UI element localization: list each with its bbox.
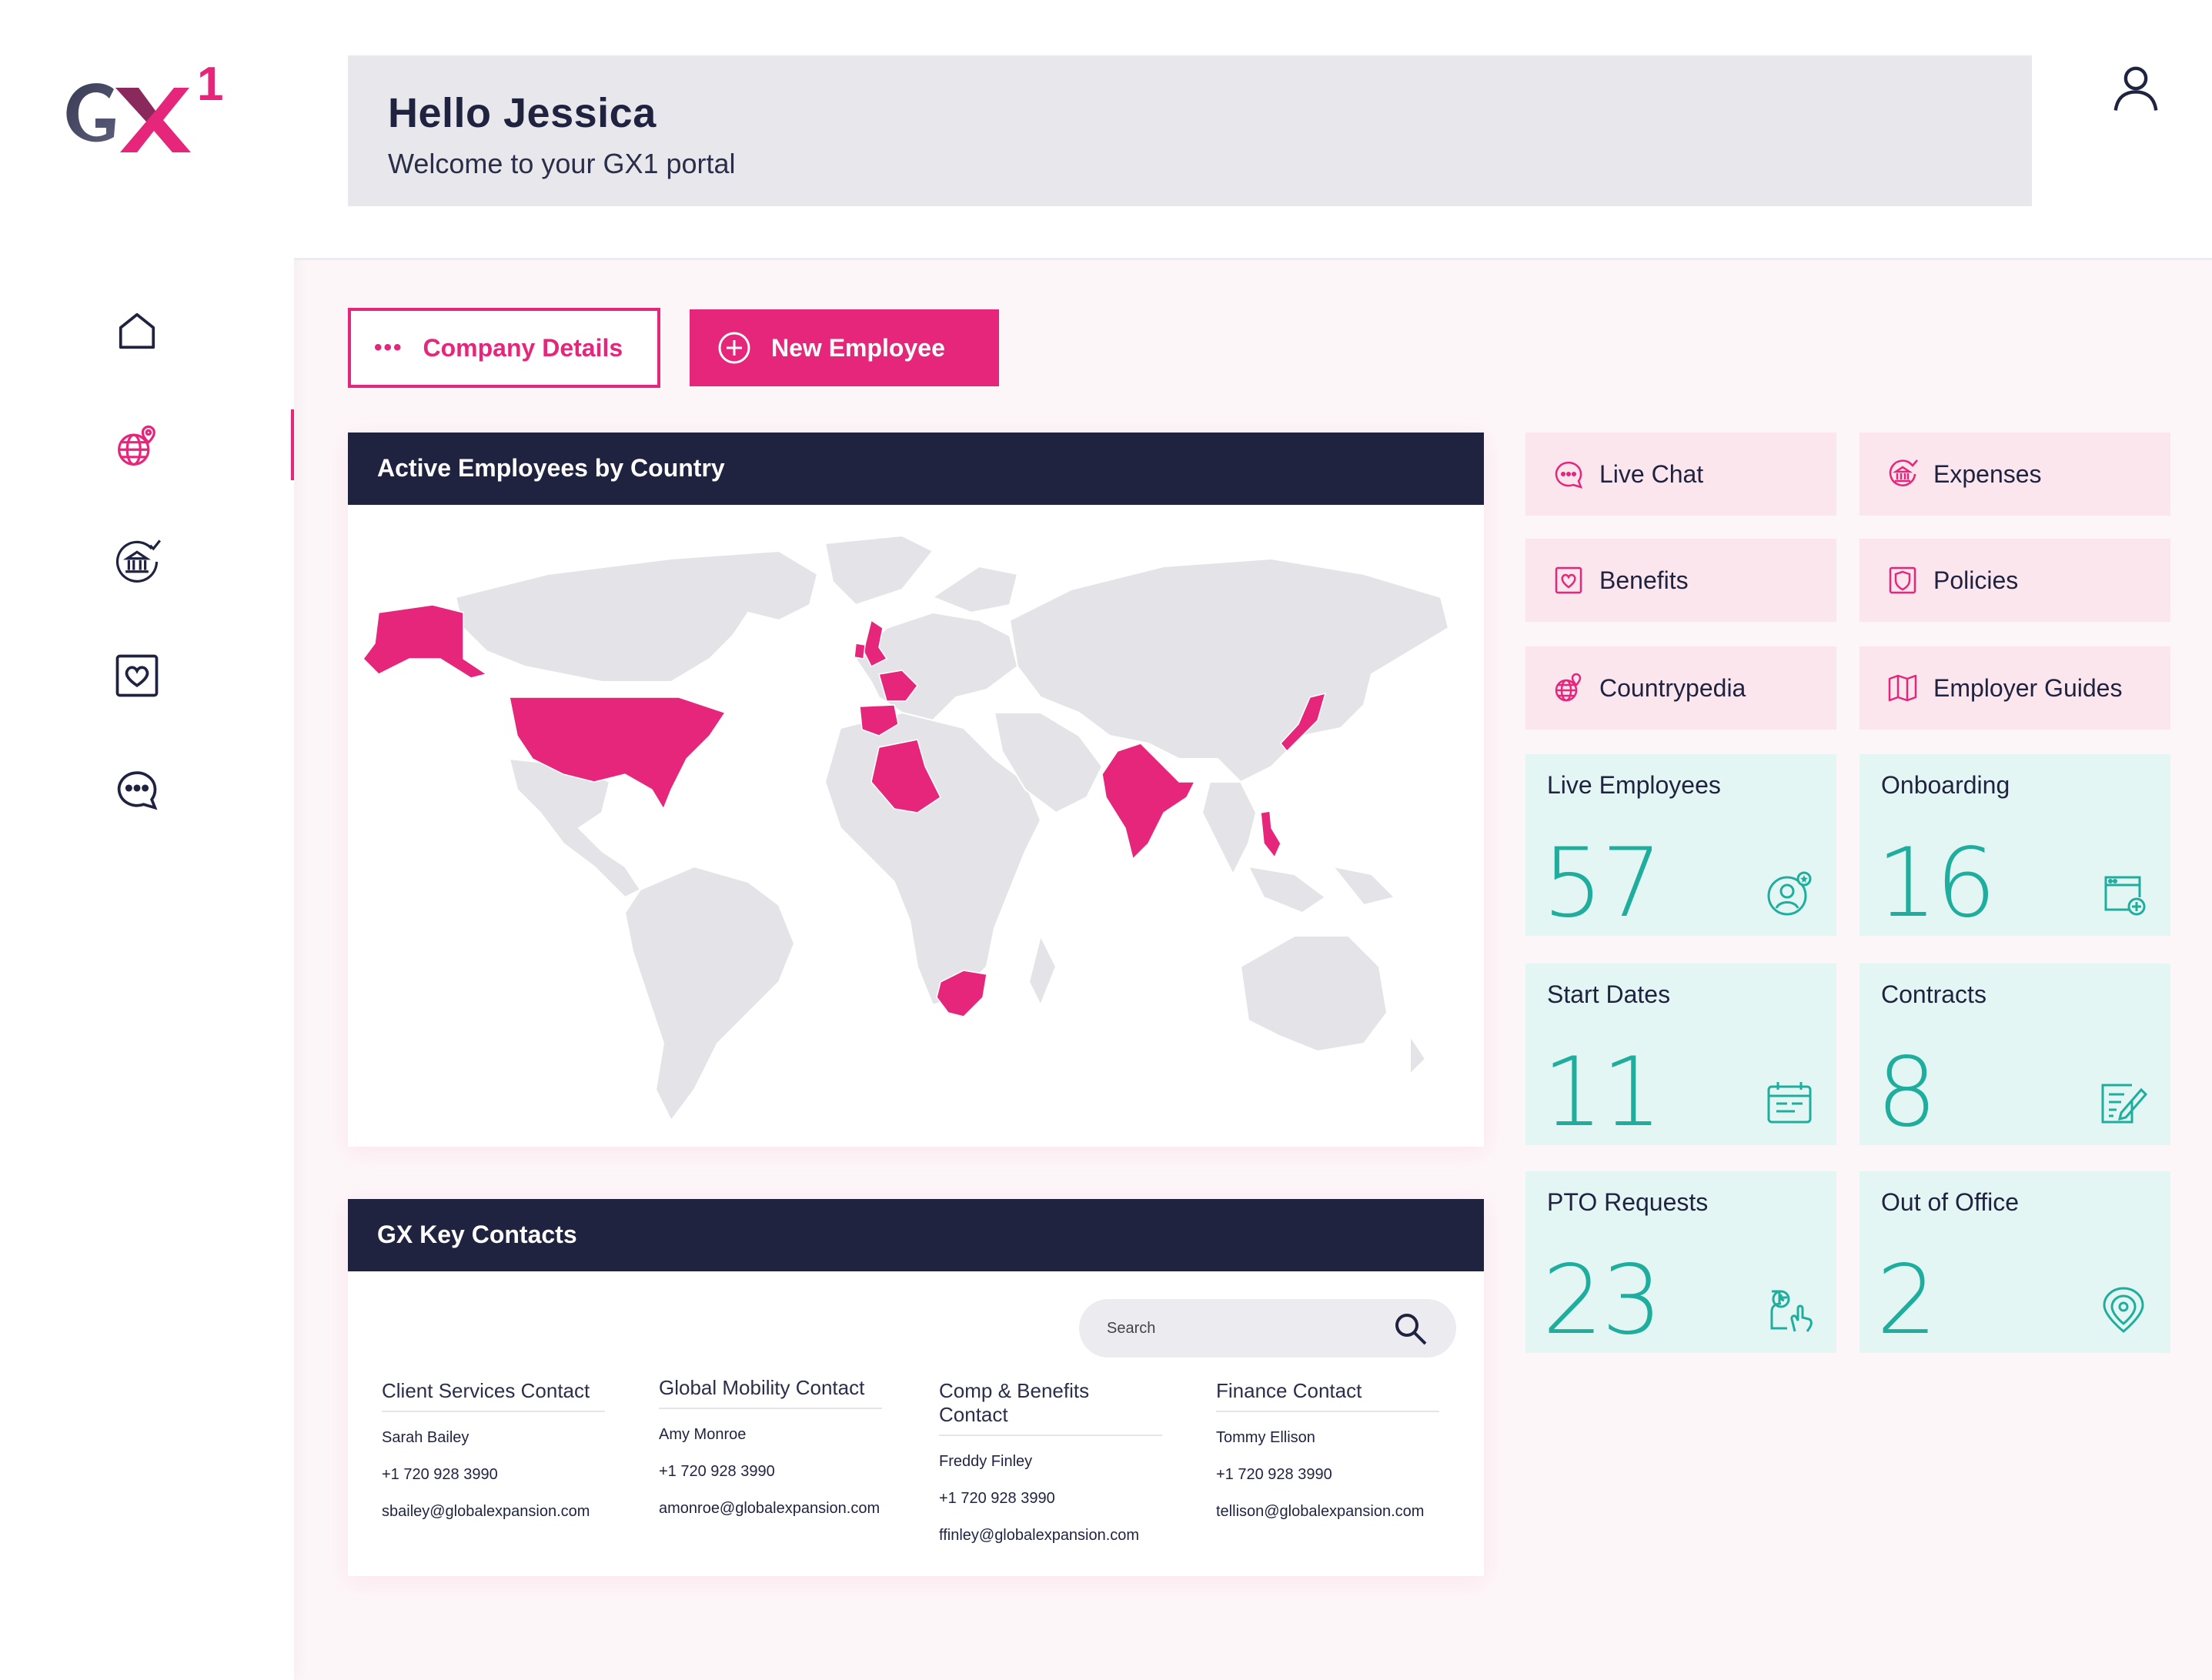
stat-value: 23: [1542, 1245, 1662, 1356]
search-icon[interactable]: [1392, 1310, 1428, 1347]
globe-pin-icon: [118, 425, 155, 466]
contact-name: Sarah Bailey: [382, 1429, 469, 1446]
greeting-banner: Hello Jessica Welcome to your GX1 portal: [348, 55, 2032, 206]
sidebar-item-expenses[interactable]: [106, 531, 168, 593]
map-ireland: [854, 643, 866, 660]
stat-live-employees[interactable]: Live Employees 57: [1525, 754, 1836, 939]
quick-link-employer-guides[interactable]: Employer Guides: [1859, 646, 2170, 730]
map-icon: [1888, 674, 1917, 702]
quick-link-label: Countrypedia: [1599, 673, 1746, 702]
stat-start-dates[interactable]: Start Dates 11: [1525, 964, 1836, 1148]
contact-name: Freddy Finley: [939, 1453, 1033, 1470]
chat-icon: [1555, 461, 1583, 489]
quick-link-label: Employer Guides: [1933, 673, 2123, 702]
contact-phone[interactable]: +1 720 928 3990: [939, 1490, 1162, 1510]
sidebar: 1: [0, 0, 294, 1680]
contact-phone[interactable]: +1 720 928 3990: [382, 1466, 605, 1486]
contact-phone[interactable]: +1 720 928 3990: [1216, 1466, 1439, 1486]
quick-link-benefits[interactable]: Benefits: [1525, 539, 1836, 622]
stat-value: 11: [1542, 1037, 1662, 1148]
contact-email[interactable]: sbailey@globalexpansion.com: [382, 1503, 605, 1523]
page-title: Hello Jessica: [388, 90, 657, 136]
quick-link-label: Expenses: [1933, 459, 2042, 488]
quick-link-expenses[interactable]: Expenses: [1859, 433, 2170, 516]
world-map[interactable]: [348, 505, 1484, 1147]
contact-phone[interactable]: +1 720 928 3990: [659, 1463, 882, 1483]
stat-onboarding[interactable]: Onboarding 16: [1859, 754, 2170, 939]
quick-link-label: Policies: [1933, 566, 2019, 594]
new-employee-label: New Employee: [771, 333, 945, 362]
contact-finance: Finance Contact Tommy Ellison +1 720 928…: [1216, 1379, 1439, 1523]
window-plus-icon: [2104, 876, 2146, 916]
stat-contracts[interactable]: Contracts 8: [1859, 964, 2170, 1148]
contacts-card-title: GX Key Contacts: [348, 1199, 1484, 1271]
stat-value: 8: [1876, 1037, 1937, 1148]
heart-icon: [1555, 566, 1582, 594]
user-profile-icon[interactable]: [2109, 62, 2163, 115]
stat-label: Onboarding: [1881, 771, 2010, 799]
stat-label: Out of Office: [1881, 1188, 2020, 1216]
employees-map-card: Active Employees by Country: [348, 433, 1484, 1147]
shield-icon: [1889, 566, 1916, 594]
contacts-search: [1079, 1299, 1456, 1358]
quick-link-label: Live Chat: [1599, 459, 1704, 488]
contact-title: Comp & Benefits Contact: [939, 1379, 1162, 1436]
active-nav-indicator: [291, 409, 294, 480]
stat-label: Contracts: [1881, 980, 1986, 1008]
contacts-search-input[interactable]: [1107, 1319, 1392, 1338]
contact-name: Amy Monroe: [659, 1426, 747, 1443]
contact-title: Global Mobility Contact: [659, 1376, 882, 1409]
contact-email[interactable]: amonroe@globalexpansion.com: [659, 1500, 882, 1520]
contact-client-services: Client Services Contact Sarah Bailey +1 …: [382, 1379, 605, 1523]
globe-icon: [1555, 673, 1582, 702]
stat-label: Live Employees: [1547, 771, 1721, 799]
clock-hand-icon: [1770, 1290, 1813, 1332]
sidebar-item-benefits[interactable]: [106, 645, 168, 706]
quick-link-policies[interactable]: Policies: [1859, 539, 2170, 622]
gx1-logo[interactable]: 1: [60, 57, 229, 157]
stat-label: Start Dates: [1547, 980, 1671, 1008]
calendar-icon: [1767, 1082, 1812, 1124]
contact-comp-benefits: Comp & Benefits Contact Freddy Finley +1…: [939, 1379, 1162, 1547]
company-details-button[interactable]: ••• Company Details: [348, 308, 660, 388]
home-icon: [119, 312, 155, 349]
contact-global-mobility: Global Mobility Contact Amy Monroe +1 72…: [659, 1376, 882, 1520]
more-dots-icon: •••: [374, 335, 403, 360]
heart-box-icon: [115, 654, 159, 697]
new-employee-button[interactable]: New Employee: [690, 309, 999, 386]
bank-icon: [1889, 459, 1918, 486]
map-card-title: Active Employees by Country: [348, 433, 1484, 505]
contact-title: Finance Contact: [1216, 1379, 1439, 1412]
sidebar-item-chat[interactable]: [106, 757, 168, 819]
quick-link-live-chat[interactable]: Live Chat: [1525, 433, 1836, 516]
contact-title: Client Services Contact: [382, 1379, 605, 1412]
location-pin-icon: [2103, 1287, 2144, 1333]
page-subtitle: Welcome to your GX1 portal: [388, 148, 736, 179]
contact-email[interactable]: tellison@globalexpansion.com: [1216, 1503, 1439, 1523]
stat-value: 57: [1542, 828, 1662, 939]
sidebar-item-countries[interactable]: [106, 416, 168, 477]
quick-link-label: Benefits: [1599, 566, 1689, 594]
stat-label: PTO Requests: [1547, 1188, 1709, 1216]
contract-pen-icon: [2101, 1084, 2148, 1124]
quick-link-countrypedia[interactable]: Countrypedia: [1525, 646, 1836, 730]
contact-name: Tommy Ellison: [1216, 1429, 1315, 1446]
contact-email[interactable]: ffinley@globalexpansion.com: [939, 1527, 1162, 1547]
stat-pto-requests[interactable]: PTO Requests 23: [1525, 1171, 1836, 1356]
plus-circle-icon: [718, 332, 750, 364]
stat-value: 16: [1876, 828, 1996, 939]
map-india: [1101, 743, 1196, 860]
stat-out-of-office[interactable]: Out of Office 2: [1859, 1171, 2170, 1356]
sidebar-item-home[interactable]: [106, 300, 168, 362]
stat-value: 2: [1876, 1245, 1937, 1356]
bank-check-icon: [115, 539, 161, 583]
user-star-icon: [1767, 871, 1812, 916]
map-philippines: [1260, 810, 1281, 859]
svg-text:1: 1: [197, 58, 223, 111]
chat-bubble-icon: [117, 771, 158, 810]
key-contacts-card: GX Key Contacts Client Services Contact …: [348, 1199, 1484, 1576]
company-details-label: Company Details: [423, 333, 623, 362]
